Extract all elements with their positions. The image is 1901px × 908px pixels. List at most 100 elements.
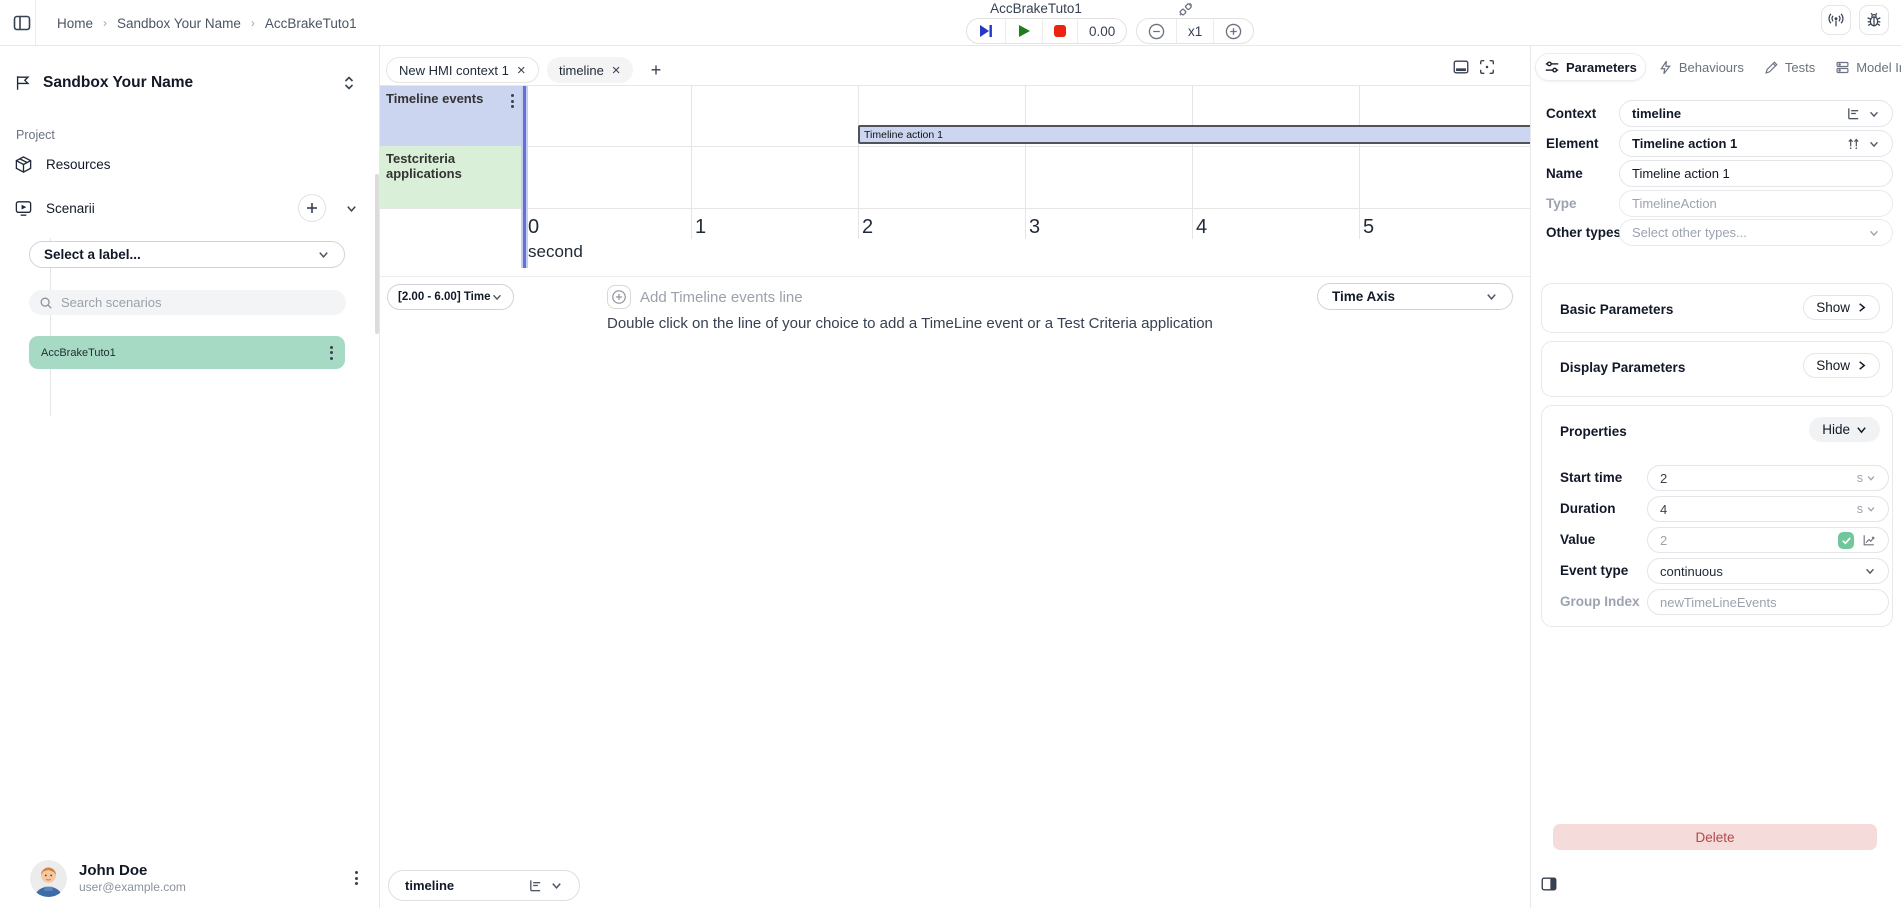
breadcrumb-workspace[interactable]: Sandbox Your Name xyxy=(117,16,241,31)
property-row-group-index: Group Index xyxy=(1542,589,1894,615)
chevron-down-icon xyxy=(491,291,503,303)
property-row-start-time: Start time s xyxy=(1542,465,1894,491)
timeline-grid[interactable]: Timeline events Testcriteria application… xyxy=(380,85,1530,277)
workspace-switcher[interactable]: Sandbox Your Name xyxy=(0,68,380,98)
add-timeline-line-label[interactable]: Add Timeline events line xyxy=(640,289,803,306)
focus-mode-icon[interactable] xyxy=(1478,58,1496,76)
show-display-parameters-button[interactable]: Show xyxy=(1803,353,1880,378)
timeline-action-bar[interactable]: Timeline action 1 xyxy=(858,125,1530,144)
kebab-menu-icon[interactable] xyxy=(330,346,333,360)
broadcast-button[interactable] xyxy=(1821,5,1851,35)
kebab-menu-icon[interactable] xyxy=(355,871,358,885)
field-row-other-types: Other types Select other types... xyxy=(1531,219,1901,247)
section-title: Display Parameters xyxy=(1560,360,1685,375)
tab-parameters[interactable]: Parameters xyxy=(1535,53,1646,81)
gridline xyxy=(1192,86,1193,239)
server-stack-icon xyxy=(1835,60,1850,75)
timeline-context-selector[interactable]: timeline xyxy=(388,870,580,901)
tab-model-instances[interactable]: Model Instances xyxy=(1827,55,1901,80)
time-cursor[interactable] xyxy=(523,86,526,268)
sidebar-item-scenarii[interactable]: Scenarii xyxy=(0,195,380,221)
element-select[interactable]: Timeline action 1 xyxy=(1619,130,1893,157)
sidebar-item-label: Scenarii xyxy=(46,201,95,216)
type-input xyxy=(1632,196,1880,211)
timeline-events-row-header[interactable]: Timeline events xyxy=(380,86,524,146)
name-input[interactable] xyxy=(1632,166,1880,181)
speed-decrease-button[interactable] xyxy=(1137,19,1177,43)
disconnected-icon[interactable] xyxy=(1176,1,1195,18)
duration-input[interactable] xyxy=(1660,502,1857,517)
axis-unit-label: second xyxy=(528,242,583,262)
scenario-list-item[interactable]: AccBrakeTuto1 xyxy=(29,336,345,369)
add-timeline-line-button[interactable] xyxy=(607,285,631,309)
value-field xyxy=(1647,527,1889,553)
event-type-value: continuous xyxy=(1660,564,1723,579)
property-label: Value xyxy=(1560,532,1595,547)
search-input[interactable] xyxy=(61,295,311,310)
field-label: Name xyxy=(1546,166,1583,181)
play-button[interactable] xyxy=(1006,19,1043,43)
collapse-panel-icon[interactable] xyxy=(1540,875,1558,893)
user-account[interactable]: John Doe user@example.com xyxy=(0,854,380,902)
tab-new-hmi-context[interactable]: New HMI context 1 × xyxy=(386,57,539,83)
event-type-select[interactable]: continuous xyxy=(1647,558,1889,584)
label-select-value: Select a label... xyxy=(44,247,141,262)
chevron-down-icon[interactable] xyxy=(345,202,358,215)
start-time-input[interactable] xyxy=(1660,471,1857,486)
delete-button[interactable]: Delete xyxy=(1553,824,1877,850)
sidebar-item-resources[interactable]: Resources xyxy=(0,151,380,177)
breadcrumb-current: AccBrakeTuto1 xyxy=(265,16,357,31)
other-types-placeholder: Select other types... xyxy=(1632,225,1747,240)
tab-timeline[interactable]: timeline × xyxy=(547,57,633,83)
property-label: Group Index xyxy=(1560,594,1640,609)
stop-button[interactable] xyxy=(1043,19,1078,43)
chevron-down-icon xyxy=(1866,504,1876,514)
sidebar: Sandbox Your Name Project Resources Scen… xyxy=(0,46,380,908)
context-select[interactable]: timeline xyxy=(1619,100,1893,127)
gridline xyxy=(380,146,1530,147)
action-range-selector[interactable]: [2.00 - 6.00] Timeline actio... xyxy=(387,284,514,310)
app-window: Home › Sandbox Your Name › AccBrakeTuto1… xyxy=(0,0,1901,908)
tab-tests[interactable]: Tests xyxy=(1756,55,1823,80)
kebab-menu-icon[interactable] xyxy=(511,94,514,108)
breadcrumb-home[interactable]: Home xyxy=(57,16,93,31)
add-scenario-button[interactable] xyxy=(298,194,326,222)
time-axis-selector[interactable]: Time Axis xyxy=(1317,283,1513,310)
unit-selector[interactable]: s xyxy=(1857,471,1876,485)
document-title: AccBrakeTuto1 xyxy=(966,1,1106,16)
chevron-down-icon xyxy=(1868,227,1880,239)
layout-bottom-panel-icon[interactable] xyxy=(1452,58,1470,76)
testcriteria-row-header[interactable]: Testcriteria applications xyxy=(380,146,524,208)
unit-selector[interactable]: s xyxy=(1857,502,1876,516)
tab-behaviours[interactable]: Behaviours xyxy=(1650,55,1752,80)
group-index-input xyxy=(1660,595,1876,610)
scenario-search[interactable] xyxy=(29,290,346,315)
duration-field: s xyxy=(1647,496,1889,522)
value-input[interactable] xyxy=(1660,533,1838,548)
inspector-tabs: Parameters Behaviours Tests Model Instan… xyxy=(1535,53,1901,81)
field-label: Context xyxy=(1546,106,1596,121)
value-confirm-button[interactable] xyxy=(1838,532,1854,549)
chevron-down-icon xyxy=(1856,424,1867,435)
step-forward-button[interactable] xyxy=(967,19,1006,43)
tab-label: New HMI context 1 xyxy=(399,63,509,78)
basic-parameters-card: Basic Parameters Show xyxy=(1541,283,1893,333)
other-types-select[interactable]: Select other types... xyxy=(1619,219,1893,246)
label-filter-select[interactable]: Select a label... xyxy=(29,241,345,268)
axis-selector-value: Time Axis xyxy=(1332,289,1395,304)
debug-bug-button[interactable] xyxy=(1859,5,1889,35)
search-icon xyxy=(39,296,53,310)
speed-increase-button[interactable] xyxy=(1214,19,1253,43)
unfold-icon[interactable] xyxy=(342,75,356,91)
button-label: Hide xyxy=(1822,422,1850,437)
check-icon xyxy=(1841,535,1852,546)
hide-properties-button[interactable]: Hide xyxy=(1809,417,1880,442)
show-basic-parameters-button[interactable]: Show xyxy=(1803,295,1880,320)
add-tab-button[interactable]: + xyxy=(644,58,668,82)
value-curve-icon[interactable] xyxy=(1862,533,1876,547)
sidebar-toggle-icon[interactable] xyxy=(10,11,34,35)
close-icon[interactable]: × xyxy=(517,63,526,78)
sidebar-scrollbar[interactable] xyxy=(375,174,379,334)
section-title: Basic Parameters xyxy=(1560,302,1673,317)
close-icon[interactable]: × xyxy=(612,63,621,78)
